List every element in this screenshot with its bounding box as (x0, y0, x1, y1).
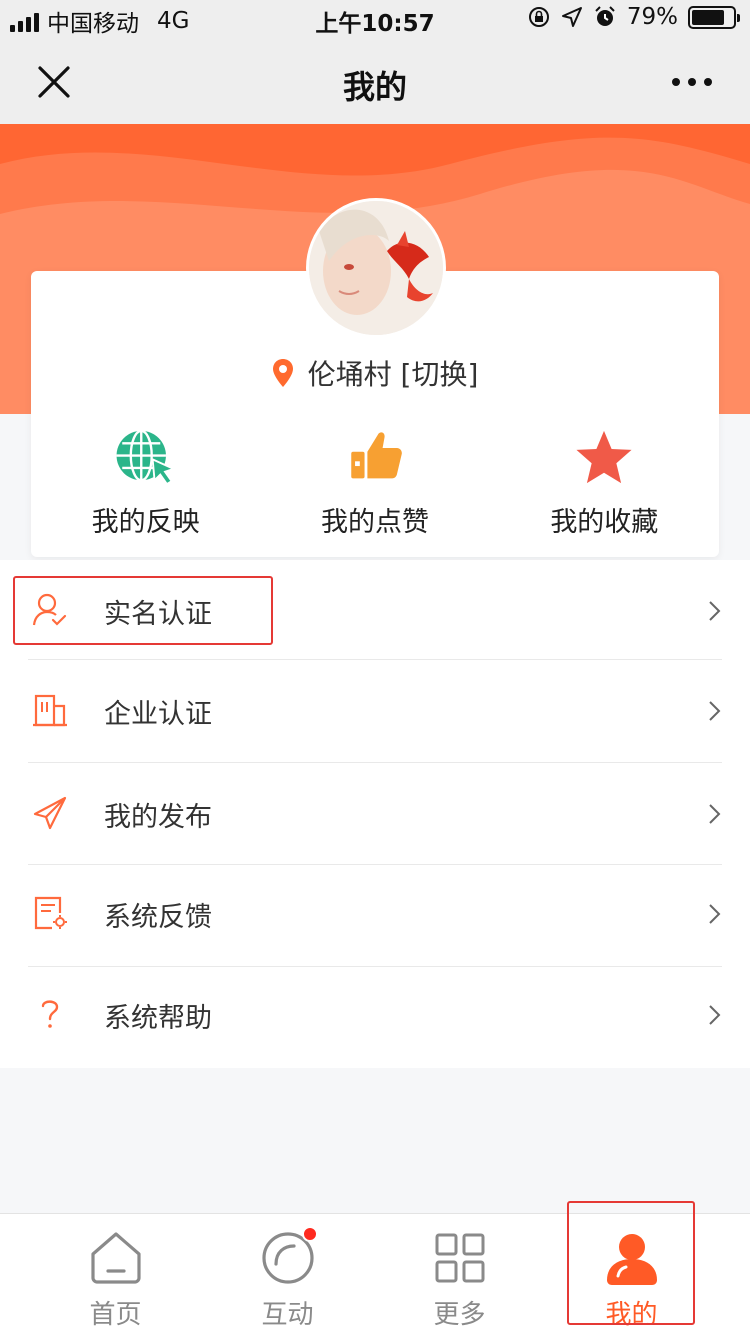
avatar-illustration (309, 201, 443, 335)
quick-action-label: 我的收藏 (550, 507, 659, 538)
alarm-icon (595, 6, 615, 26)
location-pin-icon (272, 359, 293, 387)
battery-percent: 79% (626, 4, 678, 30)
chevron-right-icon (709, 601, 721, 621)
star-icon (576, 430, 632, 484)
location-arrow-icon (561, 7, 582, 27)
battery-fill (692, 9, 724, 25)
feedback-settings-icon (34, 896, 67, 930)
grid-icon (435, 1233, 484, 1283)
thumbs-up-icon (351, 432, 402, 479)
rotation-lock-icon (528, 7, 549, 27)
tab-more[interactable]: 更多 (366, 1214, 553, 1335)
status-right: 79% (527, 4, 740, 30)
quick-action-favorites[interactable]: 我的收藏 (490, 429, 719, 539)
battery-icon (688, 5, 740, 29)
quick-action-label: 我的反映 (91, 507, 200, 538)
interact-icon-wrap (260, 1226, 318, 1286)
tab-label: 首页 (89, 1300, 142, 1330)
menu-item-label: 我的发布 (104, 802, 212, 833)
tab-label: 互动 (261, 1300, 314, 1330)
tab-home[interactable]: 首页 (22, 1214, 209, 1335)
menu-item-system-help[interactable]: 系统帮助 (0, 964, 750, 1064)
menu-item-label: 系统帮助 (104, 1003, 212, 1034)
chevron-right-icon (709, 701, 721, 721)
menu-item-label: 企业认证 (104, 699, 212, 730)
more-dots-icon[interactable] (670, 64, 714, 100)
menu-item-label: 系统反馈 (104, 902, 212, 933)
annotation-highlight-tab (567, 1201, 695, 1325)
menu-item-enterprise-verify[interactable]: 企业认证 (0, 660, 750, 760)
location-label: 伦埇村 [切换] (307, 358, 479, 391)
page-title: 我的 (342, 68, 407, 106)
chevron-right-icon (709, 904, 721, 924)
menu-item-my-posts[interactable]: 我的发布 (0, 763, 750, 863)
quick-action-feedback[interactable]: 我的反映 (31, 429, 260, 539)
quick-action-label: 我的点赞 (320, 507, 429, 538)
chevron-right-icon (709, 1005, 721, 1025)
annotation-highlight-verify (13, 576, 273, 645)
quick-action-likes[interactable]: 我的点赞 (260, 429, 489, 539)
tab-interact[interactable]: 互动 (194, 1214, 381, 1335)
notification-dot (301, 1226, 318, 1242)
location-switch[interactable]: 伦埇村 [切换] (31, 353, 719, 393)
status-bar: 中国移动 4G 上午10:57 79% (0, 0, 750, 40)
chevron-right-icon (709, 804, 721, 824)
tab-label: 更多 (433, 1300, 486, 1330)
quick-actions: 我的反映 我的点赞 我的收藏 (31, 429, 719, 539)
menu-item-system-feedback[interactable]: 系统反馈 (0, 863, 750, 963)
nav-bar: 我的 (0, 40, 750, 124)
globe-cursor-icon (116, 429, 176, 486)
avatar[interactable] (306, 198, 446, 338)
send-icon (33, 796, 67, 830)
home-icon (90, 1232, 141, 1284)
question-icon (41, 1000, 59, 1028)
building-icon (33, 694, 67, 727)
